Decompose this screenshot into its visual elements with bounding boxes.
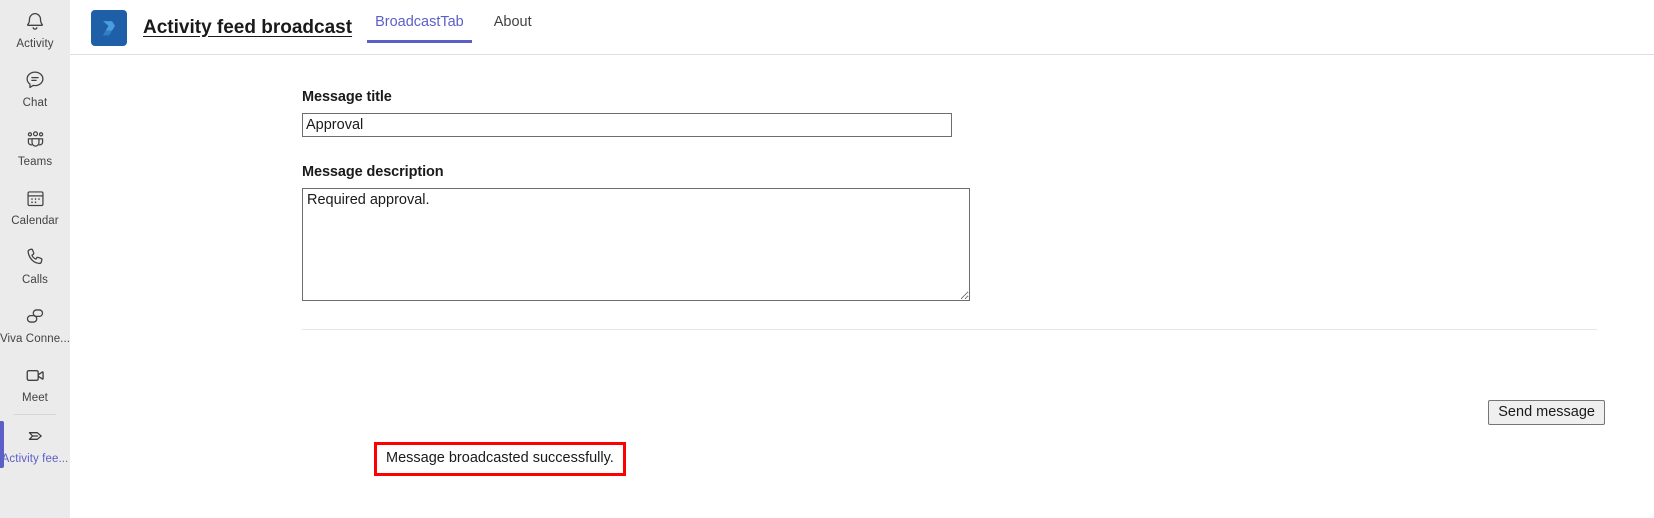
rail-item-chat[interactable]: Chat bbox=[0, 59, 70, 118]
status-message-text: Message broadcasted successfully. bbox=[386, 450, 614, 466]
app-header: Activity feed broadcast BroadcastTab Abo… bbox=[70, 0, 1654, 55]
status-message-highlight: Message broadcasted successfully. bbox=[374, 442, 626, 476]
tab-broadcasttab[interactable]: BroadcastTab bbox=[367, 14, 472, 47]
header-tab-list: BroadcastTab About bbox=[367, 0, 558, 55]
rail-item-meet[interactable]: Meet bbox=[0, 354, 70, 413]
video-camera-icon bbox=[22, 362, 48, 388]
rail-item-calendar[interactable]: Calendar bbox=[0, 177, 70, 236]
rail-item-label: Chat bbox=[22, 97, 48, 109]
page-title[interactable]: Activity feed broadcast bbox=[143, 17, 352, 39]
rail-item-label: Calendar bbox=[11, 215, 59, 227]
rail-item-label: Meet bbox=[22, 392, 48, 404]
rail-item-label: Activity fee... bbox=[1, 453, 69, 465]
send-message-button[interactable]: Send message bbox=[1488, 400, 1605, 425]
rail-item-label: Viva Conne... bbox=[0, 333, 71, 345]
activity-feed-broadcast-app-icon bbox=[91, 9, 127, 46]
send-row: Send message bbox=[1488, 400, 1605, 425]
message-title-label: Message title bbox=[302, 89, 392, 105]
calendar-icon bbox=[22, 185, 48, 211]
field-group-message-description: Message description bbox=[302, 164, 1654, 301]
rail-item-viva-connections[interactable]: Viva Conne... bbox=[0, 295, 70, 354]
rail-item-activity-feed[interactable]: Activity fee... bbox=[0, 415, 70, 474]
app-rail: Activity Chat Teams Calendar Calls Viva … bbox=[0, 0, 70, 518]
rail-item-label: Teams bbox=[17, 156, 53, 168]
teams-people-icon bbox=[22, 126, 48, 152]
viva-connections-icon bbox=[22, 303, 48, 329]
phone-icon bbox=[22, 244, 48, 270]
rail-item-label: Activity bbox=[16, 38, 54, 50]
rail-item-teams[interactable]: Teams bbox=[0, 118, 70, 177]
message-description-label: Message description bbox=[302, 164, 444, 180]
chat-bubble-icon bbox=[22, 67, 48, 93]
message-title-input[interactable] bbox=[302, 113, 952, 137]
tab-about[interactable]: About bbox=[490, 14, 536, 47]
field-group-message-title: Message title bbox=[302, 89, 1654, 137]
content-area: Activity feed broadcast BroadcastTab Abo… bbox=[70, 0, 1654, 518]
rail-item-activity[interactable]: Activity bbox=[0, 0, 70, 59]
rail-item-calls[interactable]: Calls bbox=[0, 236, 70, 295]
bell-icon bbox=[22, 8, 48, 34]
message-description-input[interactable] bbox=[302, 188, 970, 301]
broadcast-send-icon bbox=[22, 423, 48, 449]
broadcast-form: Message title Message description bbox=[70, 55, 1654, 330]
form-divider bbox=[302, 329, 1597, 330]
rail-item-label: Calls bbox=[21, 274, 49, 286]
